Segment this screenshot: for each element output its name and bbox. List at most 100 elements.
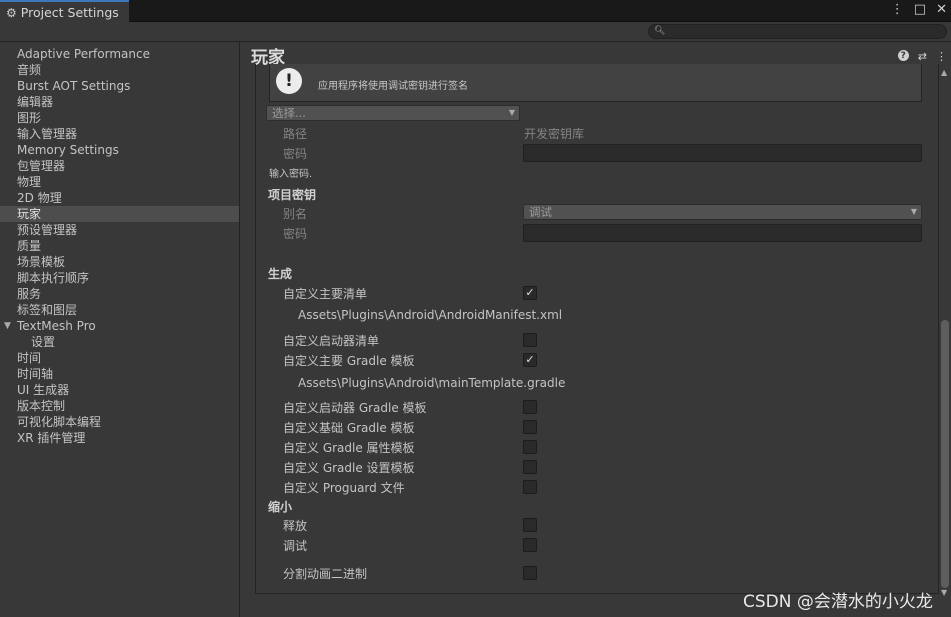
sidebar-item-label: 设置 [31,335,56,349]
path-value: 开发密钥库 [524,127,585,141]
sidebar-item-label: 输入管理器 [17,127,78,141]
keystore-password-field[interactable] [523,144,922,162]
tab-title: Project Settings [20,5,119,20]
tab-project-settings[interactable]: ⚙ Project Settings [0,0,129,23]
sidebar-item[interactable]: 音频 [0,62,239,78]
title-icons: ? ⇄ ⋮ [897,50,947,63]
password-hint: 输入密码. [269,169,313,180]
sidebar-item[interactable]: 包管理器 [0,158,239,174]
gradle-settings-label: 自定义 Gradle 设置模板 [283,461,415,475]
scrollbar[interactable]: ▲ ▼ [940,68,950,597]
gear-icon: ⚙ [6,5,17,20]
more-options-icon[interactable]: ⋮ [936,50,947,63]
launcher-gradle-label: 自定义启动器 Gradle 模板 [283,401,427,415]
main-manifest-label: 自定义主要清单 [283,287,368,301]
sidebar-item-label: UI 生成器 [17,383,70,397]
main-gradle-label: 自定义主要 Gradle 模板 [283,354,415,368]
scroll-thumb[interactable] [941,320,949,588]
search-input[interactable]: 🔍︎ [648,24,947,39]
sidebar-item[interactable]: 可视化脚本编程 [0,414,239,430]
sidebar-item[interactable]: UI 生成器 [0,382,239,398]
chevron-down-icon: ▼ [508,108,515,117]
main-panel: 玩家 ? ⇄ ⋮ ▲ ▼ ! 应用程序将使用调试密钥进行签名 选择... ▼ 路… [241,42,951,617]
sidebar-item[interactable]: 标签和图层 [0,302,239,318]
debug-checkbox[interactable] [523,538,537,552]
sidebar-item-label: Memory Settings [17,143,119,157]
release-checkbox[interactable] [523,518,537,532]
watermark: CSDN @会潜水的小火龙 [743,592,933,612]
launcher-manifest-checkbox[interactable] [523,333,537,347]
sidebar-item[interactable]: 玩家 [0,206,239,222]
split-binary-label: 分割动画二进制 [283,567,368,581]
main-manifest-path: Assets\Plugins\Android\AndroidManifest.x… [298,308,563,322]
sidebar-item[interactable]: ▼ TextMesh Pro [0,318,239,334]
sidebar-item[interactable]: 图形 [0,110,239,126]
sidebar-item-label: 服务 [17,287,42,301]
sidebar-item[interactable]: 设置 [0,334,239,350]
close-icon[interactable]: ✕ [936,2,947,17]
sidebar-item-label: 2D 物理 [17,191,62,205]
main-gradle-path: Assets\Plugins\Android\mainTemplate.grad… [298,376,566,390]
gradle-settings-checkbox[interactable] [523,460,537,474]
key-password-label: 密码 [283,227,308,241]
sidebar-item[interactable]: Memory Settings [0,142,239,158]
sidebar-item[interactable]: 版本控制 [0,398,239,414]
project-key-header: 项目密钥 [268,188,317,202]
fold-arrow-icon[interactable]: ▼ [4,318,11,334]
sidebar-item-label: 音频 [17,63,42,77]
gradle-props-checkbox[interactable] [523,440,537,454]
sidebar-item-label: 时间 [17,351,42,365]
sidebar-item-label: 时间轴 [17,367,54,381]
sidebar-item-label: Burst AOT Settings [17,79,131,93]
sidebar-item-label: 可视化脚本编程 [17,415,102,429]
sidebar-item[interactable]: 脚本执行顺序 [0,270,239,286]
sidebar-item[interactable]: 场景模板 [0,254,239,270]
sidebar-item-label: 场景模板 [17,255,66,269]
sidebar-item[interactable]: 时间轴 [0,366,239,382]
launcher-manifest-label: 自定义启动器清单 [283,334,380,348]
sidebar-item[interactable]: 2D 物理 [0,190,239,206]
gradle-props-label: 自定义 Gradle 属性模板 [283,441,415,455]
preset-icon[interactable]: ⇄ [918,50,927,63]
key-password-field[interactable] [523,224,922,242]
more-options-icon[interactable]: ⋮ [891,2,904,17]
keystore-select[interactable]: 选择... ▼ [266,105,520,121]
proguard-checkbox[interactable] [523,480,537,494]
scroll-down-icon[interactable]: ▼ [941,588,947,597]
release-label: 释放 [283,519,308,533]
sidebar-item-label: 脚本执行顺序 [17,271,90,285]
warning-text: 应用程序将使用调试密钥进行签名 [318,81,468,92]
alias-label: 别名 [283,207,308,221]
sidebar-item[interactable]: 服务 [0,286,239,302]
sidebar-item[interactable]: XR 插件管理 [0,430,239,446]
maximize-icon[interactable]: □ [914,2,926,17]
path-label: 路径 [283,127,308,141]
sidebar-item[interactable]: 物理 [0,174,239,190]
sidebar-item-label: Adaptive Performance [17,47,150,61]
build-header: 生成 [268,267,293,281]
sidebar-item-label: 标签和图层 [17,303,78,317]
launcher-gradle-checkbox[interactable] [523,400,537,414]
sidebar-item[interactable]: 编辑器 [0,94,239,110]
help-icon[interactable]: ? [897,50,909,61]
chevron-down-icon: ▼ [910,207,917,216]
split-binary-checkbox[interactable] [523,566,537,580]
main-manifest-checkbox[interactable]: ✓ [523,286,537,300]
alias-select[interactable]: 调试 ▼ [523,204,922,220]
sidebar-item[interactable]: 预设管理器 [0,222,239,238]
scroll-up-icon[interactable]: ▲ [941,68,947,77]
alias-select-label: 调试 [529,205,552,219]
sidebar-item[interactable]: 时间 [0,350,239,366]
main-gradle-checkbox[interactable]: ✓ [523,353,537,367]
sidebar-item-label: XR 插件管理 [17,431,86,445]
sidebar-item-label: TextMesh Pro [17,319,96,333]
debug-label: 调试 [283,539,308,553]
sidebar-item[interactable]: 输入管理器 [0,126,239,142]
sidebar-item[interactable]: Burst AOT Settings [0,78,239,94]
sidebar-item-label: 包管理器 [17,159,66,173]
sidebar-item[interactable]: 质量 [0,238,239,254]
sidebar-item-label: 图形 [17,111,42,125]
sidebar-item[interactable]: Adaptive Performance [0,46,239,62]
base-gradle-checkbox[interactable] [523,420,537,434]
sidebar-item-label: 预设管理器 [17,223,78,237]
